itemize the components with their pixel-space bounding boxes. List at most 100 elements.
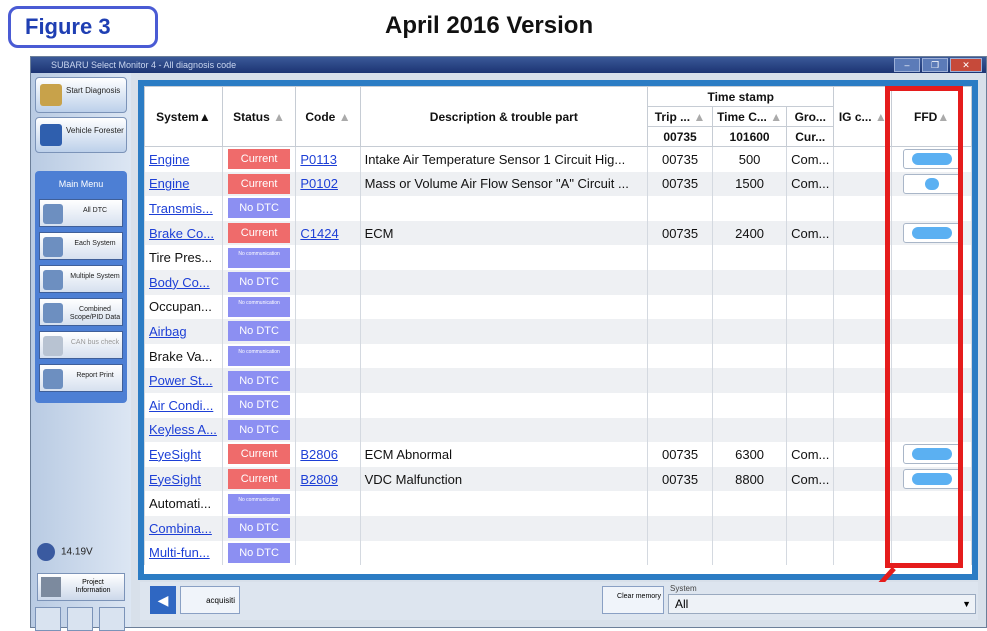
column-group[interactable]: Gro... (786, 106, 835, 127)
cell-system[interactable]: Brake Co... (144, 220, 223, 246)
minimize-button[interactable]: – (894, 58, 920, 72)
table-row[interactable]: Keyless A... No DTC (144, 417, 972, 443)
table-row[interactable]: Airbag No DTC (144, 319, 972, 344)
system-link[interactable]: Engine (149, 152, 189, 167)
cell-system[interactable]: Power St... (144, 368, 223, 393)
system-link[interactable]: Combina... (149, 521, 212, 536)
cell-trip (647, 319, 714, 344)
cell-system: Tire Pres... (144, 245, 223, 270)
system-link[interactable]: Body Co... (149, 275, 210, 290)
cell-status: No DTC (221, 368, 297, 393)
dtc-code-link[interactable]: B2809 (300, 472, 338, 487)
cell-system[interactable]: Engine (144, 171, 223, 197)
system-link[interactable]: EyeSight (149, 472, 201, 487)
table-row[interactable]: Body Co... No DTC (144, 269, 972, 295)
table-row[interactable]: Multi-fun... No DTC (144, 540, 972, 566)
table-row[interactable]: Brake Va... No communication (144, 343, 972, 369)
cell-code[interactable]: C1424 (295, 220, 361, 246)
save-icon[interactable] (67, 607, 93, 631)
table-row[interactable]: Engine Current P0102 Mass or Volume Air Flo… (144, 171, 972, 197)
cell-ig (833, 196, 893, 221)
table-row[interactable]: EyeSight Current B2806 ECM Abnormal 00735 630… (144, 442, 972, 467)
table-row[interactable]: Combina... No DTC (144, 515, 972, 541)
menu-combined-scope[interactable]: Combined Scope/PID Data (39, 298, 123, 326)
cell-code[interactable]: B2806 (295, 442, 361, 467)
table-row[interactable]: Power St... No DTC (144, 368, 972, 393)
cell-system[interactable]: EyeSight (144, 466, 223, 492)
dtc-code-link[interactable]: P0102 (300, 176, 338, 191)
system-link[interactable]: Multi-fun... (149, 545, 210, 560)
column-trip[interactable]: Trip ... ▲ (647, 106, 714, 127)
system-link[interactable]: Transmis... (149, 201, 213, 216)
column-status[interactable]: Status ▲ (221, 86, 297, 147)
cell-code (295, 196, 361, 221)
menu-multiple-system[interactable]: Multiple System (39, 265, 123, 293)
column-description[interactable]: Description & trouble part (359, 86, 649, 147)
column-system[interactable]: System▲ (144, 86, 223, 147)
settings-icon[interactable] (35, 607, 61, 631)
start-diagnosis-button[interactable]: Start Diagnosis (35, 77, 127, 113)
table-row[interactable]: Engine Current P0113 Intake Air Temperature… (144, 146, 972, 172)
table-row[interactable]: Occupan... No communication (144, 294, 972, 320)
system-link[interactable]: Keyless A... (149, 422, 217, 437)
menu-all-dtc[interactable]: All DTC (39, 199, 123, 227)
menu-item-label: All DTC (82, 207, 108, 214)
cell-group (786, 294, 835, 320)
table-row[interactable]: Automati... No communication (144, 491, 972, 516)
table-row[interactable]: Air Condi... No DTC (144, 392, 972, 418)
cell-system[interactable]: Airbag (144, 319, 223, 344)
cell-group (786, 392, 835, 418)
dtc-code-link[interactable]: P0113 (300, 152, 337, 167)
cell-time (712, 491, 788, 516)
column-time[interactable]: Time C... ▲ (712, 106, 788, 127)
cell-status: No DTC (221, 392, 297, 418)
ffd-highlight-box (885, 86, 963, 568)
column-ig[interactable]: IG c... ▲ (833, 86, 893, 147)
cell-time (712, 368, 788, 393)
system-link[interactable]: EyeSight (149, 447, 201, 462)
cell-description: ECM (359, 220, 649, 246)
cell-ig (833, 466, 893, 492)
close-button[interactable]: ✕ (950, 58, 982, 72)
status-badge: Current (228, 223, 291, 244)
menu-each-system[interactable]: Each System (39, 232, 123, 260)
cell-system[interactable]: Multi-fun... (144, 540, 223, 566)
back-arrow-icon[interactable]: ◀ (150, 586, 176, 614)
project-information-button[interactable]: Project Information (37, 573, 125, 601)
cell-status: Current (221, 171, 297, 197)
system-filter-select[interactable]: All ▼ (668, 594, 976, 614)
system-link[interactable]: Engine (149, 176, 189, 191)
cell-system[interactable]: Air Condi... (144, 392, 223, 418)
cell-status: No communication (221, 245, 297, 270)
system-link[interactable]: Brake Co... (149, 226, 214, 241)
maximize-button[interactable]: ❐ (922, 58, 948, 72)
cell-system[interactable]: Combina... (144, 515, 223, 541)
cell-system[interactable]: Body Co... (144, 269, 223, 295)
table-row[interactable]: Transmis... No DTC (144, 196, 972, 221)
cell-code[interactable]: P0102 (295, 171, 361, 197)
cell-code[interactable]: P0113 (295, 146, 361, 172)
cell-code[interactable]: B2809 (295, 466, 361, 492)
column-code[interactable]: Code ▲ (295, 86, 361, 147)
vehicle-button[interactable]: Vehicle Forester (35, 117, 127, 153)
table-row[interactable]: Brake Co... Current C1424 ECM 00735 2400 Com..… (144, 220, 972, 246)
system-link[interactable]: Air Condi... (149, 398, 213, 413)
cell-system[interactable]: EyeSight (144, 442, 223, 467)
cell-trip (647, 196, 714, 221)
cell-system[interactable]: Engine (144, 146, 223, 172)
cell-code (295, 540, 361, 566)
cell-code (295, 294, 361, 320)
cell-system[interactable]: Transmis... (144, 196, 223, 221)
dtc-code-link[interactable]: C1424 (300, 226, 338, 241)
dtc-code-link[interactable]: B2806 (300, 447, 338, 462)
table-row[interactable]: Tire Pres... No communication (144, 245, 972, 270)
clear-memory-button[interactable]: Clear memory (602, 586, 664, 614)
system-link[interactable]: Power St... (149, 373, 213, 388)
cell-status: No communication (221, 491, 297, 516)
tools-icon[interactable] (99, 607, 125, 631)
cell-system[interactable]: Keyless A... (144, 417, 223, 443)
system-link[interactable]: Airbag (149, 324, 187, 339)
menu-report-print[interactable]: Report Print (39, 364, 123, 392)
acquisition-button[interactable]: acquisiti (180, 586, 240, 614)
table-row[interactable]: EyeSight Current B2809 VDC Malfunction 00735… (144, 466, 972, 492)
